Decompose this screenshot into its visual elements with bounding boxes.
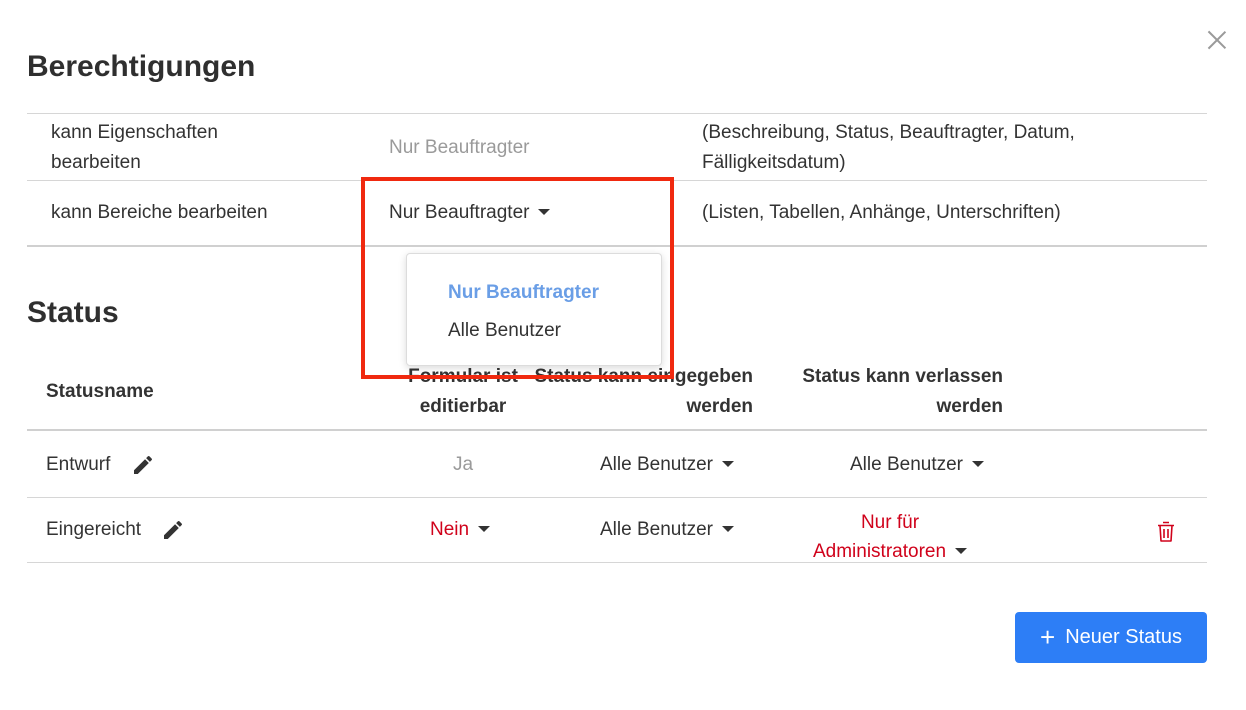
header-line: werden [936, 396, 1003, 417]
dropdown-value: Alle Benutzer [850, 454, 964, 475]
divider [27, 429, 1207, 431]
permission-note-edit-properties: (Beschreibung, Status, Beauftragter, Dat… [702, 118, 1075, 178]
dropdown-value: Nein [430, 519, 470, 540]
form-editable-dropdown[interactable]: Nein [430, 515, 491, 545]
permission-note-line: (Beschreibung, Status, Beauftragter, Dat… [702, 122, 1075, 143]
dropdown-menu: Nur Beauftragter Alle Benutzer [406, 253, 662, 366]
dropdown-value: Alle Benutzer [600, 519, 714, 540]
trash-icon[interactable] [1156, 521, 1176, 543]
status-leave-dropdown[interactable]: Alle Benutzer [850, 450, 985, 480]
permissions-title: Berechtigungen [27, 50, 256, 83]
permission-note-line: Fälligkeitsdatum) [702, 152, 846, 173]
permission-label-edit-properties: kann Eigenschaften bearbeiten [51, 118, 218, 178]
divider [27, 497, 1207, 498]
close-icon[interactable] [1205, 28, 1229, 52]
dropdown-value: Nur Beauftragter [389, 202, 530, 223]
dropdown-value-line: Nur für [860, 512, 920, 533]
permission-label-edit-areas: kann Bereiche bearbeiten [51, 202, 268, 223]
header-line: werden [686, 396, 753, 417]
header-status-name: Statusname [46, 381, 154, 402]
dropdown-value: Alle Benutzer [600, 454, 714, 475]
divider [27, 245, 1207, 247]
status-enter-dropdown[interactable]: Alle Benutzer [600, 515, 735, 545]
status-name-entwurf: Entwurf [46, 454, 111, 475]
form-editable-value: Ja [453, 454, 474, 475]
status-title: Status [27, 296, 119, 329]
status-leave-dropdown[interactable]: Nur für Administratoren [790, 508, 990, 566]
status-name-eingereicht: Eingereicht [46, 519, 142, 540]
header-line: Status kann verlassen [802, 366, 1003, 387]
caret-down-icon [478, 525, 491, 532]
permission-value-edit-properties: Nur Beauftragter [389, 137, 530, 158]
permission-label-line: kann Eigenschaften [51, 122, 218, 143]
status-enter-dropdown[interactable]: Alle Benutzer [600, 450, 735, 480]
header-status-enter: Status kann eingegeben werden [512, 362, 753, 422]
header-status-leave: Status kann verlassen werden [783, 362, 1003, 422]
menu-item-alle-benutzer[interactable]: Alle Benutzer [448, 317, 561, 345]
plus-icon: + [1040, 621, 1056, 652]
permission-note-edit-areas: (Listen, Tabellen, Anhänge, Unterschrift… [702, 202, 1061, 223]
dropdown-value-line: Administratoren [812, 541, 947, 562]
divider [27, 180, 1207, 181]
pencil-icon[interactable] [161, 518, 185, 542]
divider [27, 562, 1207, 563]
new-status-label: Neuer Status [1065, 626, 1182, 648]
permission-label-line: bearbeiten [51, 152, 141, 173]
divider [27, 113, 1207, 114]
permission-dropdown-edit-areas[interactable]: Nur Beauftragter [389, 198, 551, 228]
menu-item-nur-beauftragter[interactable]: Nur Beauftragter [448, 279, 599, 307]
caret-down-icon [538, 208, 551, 215]
header-line: Status kann eingegeben [534, 366, 753, 387]
caret-down-icon [722, 460, 735, 467]
new-status-button[interactable]: + Neuer Status [1015, 612, 1207, 663]
caret-down-icon [972, 460, 985, 467]
caret-down-icon [722, 525, 735, 532]
caret-down-icon [955, 547, 968, 554]
pencil-icon[interactable] [131, 453, 155, 477]
